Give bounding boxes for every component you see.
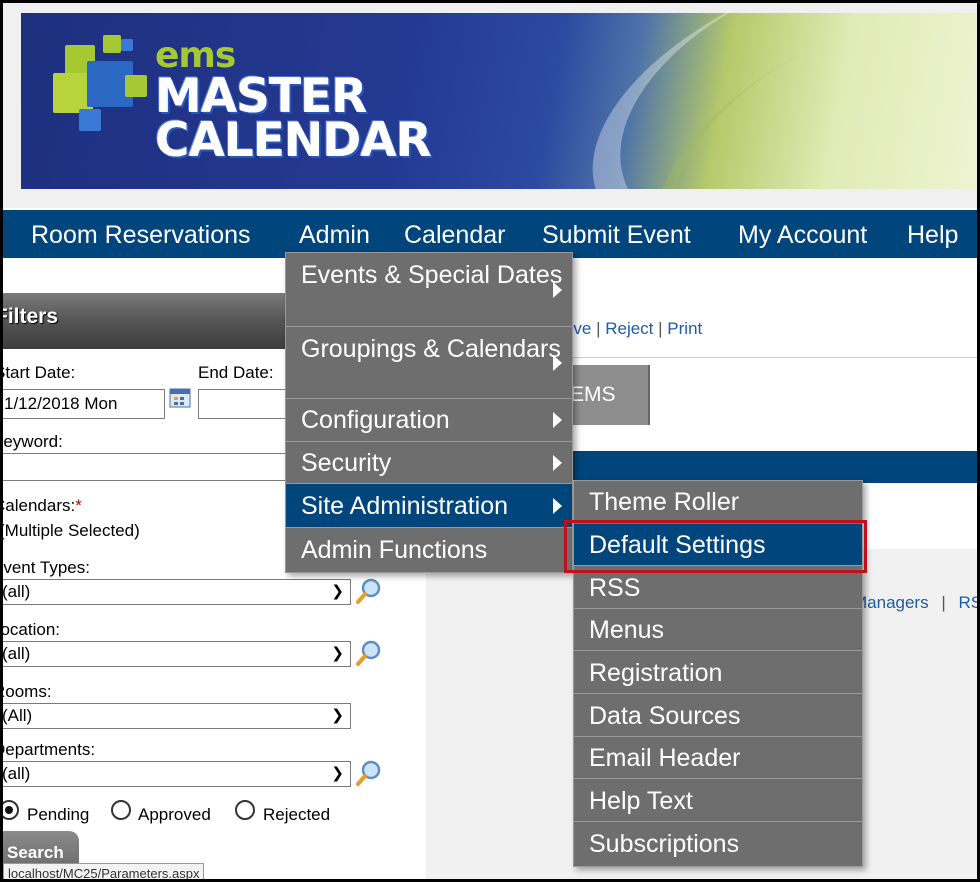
chevron-down-icon: ❯ bbox=[331, 583, 344, 600]
approved-radio[interactable] bbox=[111, 800, 131, 820]
chevron-down-icon: ❯ bbox=[331, 765, 344, 782]
search-icon[interactable] bbox=[355, 759, 383, 787]
submenu-data-sources[interactable]: Data Sources bbox=[574, 695, 862, 737]
rss-link[interactable]: RSS bbox=[959, 593, 978, 612]
start-date-label: Start Date: bbox=[0, 363, 76, 382]
status-bar-url: localhost/MC25/Parameters.aspx bbox=[3, 863, 205, 879]
submenu-rss[interactable]: RSS bbox=[574, 567, 862, 609]
main-nav: Room Reservations Admin Calendar Submit … bbox=[3, 210, 977, 258]
pending-radio[interactable] bbox=[3, 800, 19, 820]
menu-item-admin-functions[interactable]: Admin Functions bbox=[286, 528, 572, 572]
nav-admin[interactable]: Admin bbox=[299, 210, 370, 258]
chevron-right-icon bbox=[553, 281, 562, 298]
chevron-right-icon bbox=[553, 354, 562, 371]
print-link[interactable]: Print bbox=[667, 319, 702, 338]
location-select[interactable]: (all) ❯ bbox=[3, 641, 351, 667]
highlight-annotation-box bbox=[564, 520, 867, 573]
start-date-input[interactable]: 1/12/2018 Mon bbox=[3, 389, 165, 419]
chevron-right-icon bbox=[553, 497, 562, 514]
chevron-right-icon bbox=[553, 412, 562, 428]
reject-link[interactable]: Reject bbox=[605, 319, 653, 338]
end-date-input[interactable] bbox=[198, 389, 288, 419]
nav-submit-event[interactable]: Submit Event bbox=[542, 210, 691, 258]
nav-my-account[interactable]: My Account bbox=[738, 210, 867, 258]
nav-help[interactable]: Help bbox=[907, 210, 958, 258]
menu-item-groupings-calendars[interactable]: Groupings & Calendars bbox=[286, 327, 572, 399]
action-links: Approve | Reject | Print bbox=[558, 319, 702, 339]
rooms-label: Rooms: bbox=[3, 682, 52, 701]
rejected-radio[interactable] bbox=[235, 800, 255, 820]
rooms-select[interactable]: (All) ❯ bbox=[3, 703, 351, 729]
logo-calendar-text: CALENDAR bbox=[155, 113, 432, 168]
managers-link[interactable]: Managers bbox=[853, 593, 929, 612]
content-header-bar bbox=[558, 451, 977, 483]
submenu-email-header[interactable]: Email Header bbox=[574, 737, 862, 779]
menu-item-configuration[interactable]: Configuration bbox=[286, 399, 572, 442]
submenu-registration[interactable]: Registration bbox=[574, 652, 862, 694]
admin-dropdown-menu: Events & Special Dates Groupings & Calen… bbox=[285, 252, 573, 573]
chevron-right-icon bbox=[553, 454, 562, 471]
submenu-theme-roller[interactable]: Theme Roller bbox=[574, 481, 862, 523]
keyword-input[interactable] bbox=[3, 453, 291, 481]
ems-master-calendar-banner: ems MASTER CALENDAR bbox=[21, 13, 977, 189]
submenu-menus[interactable]: Menus bbox=[574, 609, 862, 651]
calendar-picker-icon[interactable] bbox=[167, 383, 195, 411]
pending-label: Pending bbox=[27, 805, 90, 824]
rejected-label: Rejected bbox=[263, 805, 331, 824]
right-links: Managers | RSS bbox=[853, 593, 978, 613]
location-label: Location: bbox=[0, 620, 60, 639]
search-icon[interactable] bbox=[355, 577, 383, 605]
departments-select[interactable]: (all) ❯ bbox=[3, 761, 351, 787]
calendars-value[interactable]: (Multiple Selected) bbox=[3, 521, 140, 541]
menu-item-events-special-dates[interactable]: Events & Special Dates bbox=[286, 253, 572, 327]
submenu-help-text[interactable]: Help Text bbox=[574, 780, 862, 822]
menu-item-security[interactable]: Security bbox=[286, 442, 572, 484]
filters-title: Filters bbox=[0, 305, 59, 328]
menu-item-site-administration[interactable]: Site Administration bbox=[286, 484, 572, 528]
event-types-select[interactable]: (all) ❯ bbox=[3, 579, 351, 605]
end-date-label: End Date: bbox=[198, 363, 274, 382]
departments-label: Departments: bbox=[0, 740, 96, 759]
header-area: ems MASTER CALENDAR bbox=[3, 3, 977, 208]
keyword-label: Keyword: bbox=[3, 432, 63, 451]
chevron-down-icon: ❯ bbox=[331, 707, 344, 724]
chevron-down-icon: ❯ bbox=[331, 645, 344, 662]
nav-room-reservations[interactable]: Room Reservations bbox=[31, 210, 251, 258]
submenu-subscriptions[interactable]: Subscriptions bbox=[574, 823, 862, 865]
approved-label: Approved bbox=[138, 805, 211, 824]
nav-calendar[interactable]: Calendar bbox=[404, 210, 505, 258]
app-window: ems MASTER CALENDAR Room Reservations Ad… bbox=[0, 0, 980, 882]
event-types-label: Event Types: bbox=[0, 558, 90, 577]
calendars-label: Calendars:* bbox=[0, 496, 82, 515]
search-icon[interactable] bbox=[355, 639, 383, 667]
